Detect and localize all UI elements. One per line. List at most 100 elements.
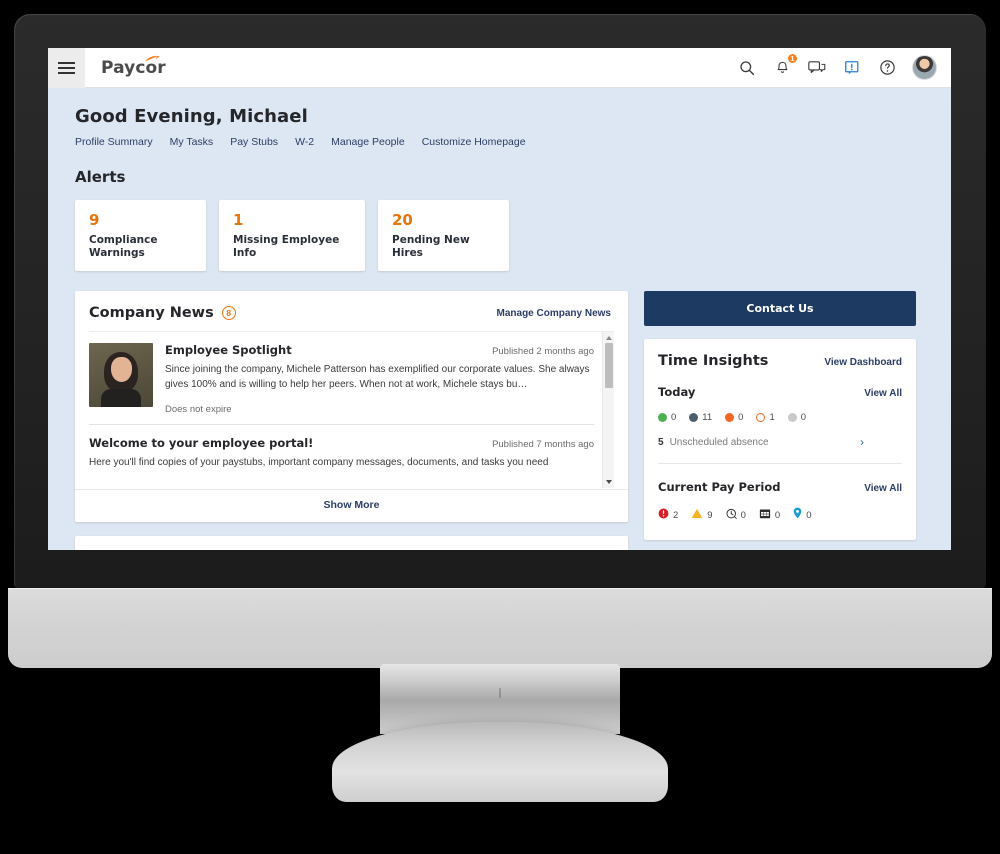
alert-label: Missing Employee Info — [233, 233, 340, 259]
company-news-card: Company News 8 Manage Company News Emplo… — [75, 291, 628, 523]
status-green[interactable]: 0 — [658, 412, 676, 423]
monitor-chin — [8, 588, 992, 668]
view-dashboard-link[interactable]: View Dashboard — [824, 357, 902, 368]
help-icon[interactable] — [877, 58, 897, 78]
quicklink-profile-summary[interactable]: Profile Summary — [75, 136, 153, 148]
pay-period-errors[interactable]: 2 — [658, 506, 678, 524]
status-orange-outline-dot-icon — [756, 413, 766, 423]
user-avatar[interactable] — [912, 55, 937, 80]
quicklink-customize-homepage[interactable]: Customize Homepage — [422, 136, 526, 148]
status-orange-dot-icon — [725, 413, 735, 423]
status-orange-empty-value: 1 — [769, 412, 775, 424]
news-expiry: Does not expire — [165, 403, 232, 415]
pay-period-location[interactable]: 0 — [793, 506, 811, 524]
logo-swoosh-icon — [145, 55, 160, 61]
pay-period-warnings[interactable]: 9 — [691, 506, 713, 524]
app-header: Paycor 1 — [48, 48, 951, 88]
news-item[interactable]: Employee Spotlight Published 2 months ag… — [89, 332, 614, 424]
status-green-value: 0 — [671, 412, 677, 424]
status-orange-empty[interactable]: 1 — [756, 412, 775, 424]
dashboard-columns: Company News 8 Manage Company News Emplo… — [75, 291, 927, 550]
location-value: 0 — [806, 509, 812, 521]
time-insights-divider — [658, 463, 902, 465]
calendar-icon — [759, 506, 771, 524]
left-column: Company News 8 Manage Company News Emplo… — [75, 291, 628, 550]
page-content: Good Evening, Michael Profile Summary My… — [48, 88, 951, 550]
company-news-list: Employee Spotlight Published 2 months ag… — [89, 331, 614, 489]
calendar-value: 0 — [774, 509, 781, 521]
alert-count: 9 — [89, 211, 100, 229]
news-body: Employee Spotlight Published 2 months ag… — [165, 343, 594, 415]
news-scrollbar[interactable] — [602, 332, 614, 489]
quicklink-manage-people[interactable]: Manage People — [331, 136, 405, 148]
contact-us-button[interactable]: Contact Us — [644, 291, 916, 327]
news-excerpt: Here you'll find copies of your paystubs… — [89, 456, 549, 468]
current-pay-period-label: Current Pay Period — [658, 480, 781, 495]
alert-count: 20 — [392, 211, 413, 229]
announcement-icon[interactable] — [842, 58, 862, 78]
monitor-scene: Paycor 1 Good Evening, Michael Profile S… — [0, 0, 1000, 854]
alert-count: 1 — [233, 211, 244, 229]
error-icon — [658, 506, 669, 524]
warning-icon — [691, 506, 703, 524]
time-insights-header: Time Insights View Dashboard — [658, 353, 902, 369]
current-pay-period-header: Current Pay Period View All — [658, 480, 902, 494]
unscheduled-absence-row[interactable]: 5 Unscheduled absence › — [658, 435, 902, 449]
news-published: Published 7 months ago — [492, 438, 594, 450]
scrollbar-thumb[interactable] — [605, 343, 613, 389]
pay-period-schedule[interactable]: 0 — [759, 506, 780, 524]
manage-company-news-link[interactable]: Manage Company News — [497, 308, 611, 319]
today-label: Today — [658, 385, 696, 400]
location-icon — [793, 506, 802, 524]
quicklink-my-tasks[interactable]: My Tasks — [170, 136, 214, 148]
quicklink-w2[interactable]: W-2 — [295, 136, 314, 148]
alert-card-pending-new-hires[interactable]: 20 Pending New Hires — [378, 200, 509, 272]
today-section-header: Today View All — [658, 385, 902, 399]
header-actions: 1 — [737, 52, 951, 80]
chat-icon[interactable] — [807, 58, 827, 78]
scroll-up-arrow-icon[interactable] — [606, 336, 612, 341]
status-gray-dot-icon — [787, 413, 797, 423]
status-gray[interactable]: 0 — [787, 412, 807, 424]
clock-icon — [726, 506, 737, 524]
hamburger-icon[interactable] — [48, 48, 85, 88]
pay-period-time[interactable]: 0 — [726, 506, 746, 524]
absence-count: 5 — [658, 436, 664, 448]
alert-label: Compliance Warnings — [89, 233, 158, 259]
show-more-button[interactable]: Show More — [75, 489, 628, 522]
quick-links: Profile Summary My Tasks Pay Stubs W-2 M… — [75, 136, 927, 148]
bell-icon[interactable]: 1 — [772, 52, 798, 78]
status-orange[interactable]: 0 — [725, 412, 743, 423]
news-headline: Employee Spotlight — [165, 343, 292, 358]
paycor-logo[interactable]: Paycor — [101, 55, 166, 78]
pay-period-stats-row: 2 9 0 0 0 — [658, 506, 902, 524]
monitor-stand-base — [332, 722, 668, 802]
time-insights-title: Time Insights — [658, 353, 769, 370]
news-excerpt: Since joining the company, Michele Patte… — [165, 364, 590, 391]
error-value: 2 — [673, 509, 679, 521]
status-gray-value: 0 — [800, 412, 807, 424]
quicklink-pay-stubs[interactable]: Pay Stubs — [230, 136, 278, 148]
status-slate-value: 11 — [702, 412, 713, 424]
scroll-down-arrow-icon[interactable] — [606, 480, 612, 485]
page-title: Good Evening, Michael — [75, 106, 308, 127]
company-news-header: Company News 8 Manage Company News — [75, 291, 628, 331]
chevron-right-icon[interactable]: › — [860, 435, 864, 449]
today-status-row: 0 11 0 1 0 — [658, 412, 902, 423]
time-insights-card: Time Insights View Dashboard Today View … — [644, 339, 916, 541]
company-news-title: Company News — [89, 305, 214, 322]
status-green-dot-icon — [658, 413, 667, 423]
search-icon[interactable] — [737, 58, 757, 78]
bell-badge: 1 — [787, 52, 798, 64]
alert-card-compliance-warnings[interactable]: 9 Compliance Warnings — [75, 200, 206, 272]
news-headline: Welcome to your employee portal! — [89, 435, 314, 450]
clock-value: 0 — [740, 509, 746, 521]
right-column: Contact Us Time Insights View Dashboard … — [644, 291, 916, 541]
news-item[interactable]: Welcome to your employee portal! Publish… — [89, 425, 614, 480]
alerts-heading: Alerts — [75, 168, 126, 186]
status-slate[interactable]: 11 — [689, 412, 712, 423]
status-orange-value: 0 — [738, 412, 744, 424]
pay-period-view-all-link[interactable]: View All — [864, 483, 902, 494]
alert-card-missing-employee-info[interactable]: 1 Missing Employee Info — [219, 200, 365, 272]
today-view-all-link[interactable]: View All — [864, 388, 902, 399]
